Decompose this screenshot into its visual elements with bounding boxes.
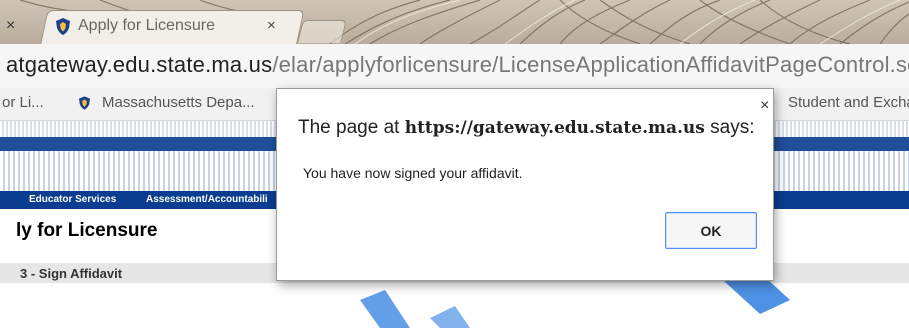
step-label: 3 - Sign Affidavit (20, 266, 123, 281)
tab-apply-for-licensure[interactable]: Apply for Licensure × (46, 16, 296, 40)
dialog-origin: https://gateway.edu.state.ma.us (404, 118, 705, 138)
dialog-heading: The page at https://gateway.edu.state.ma… (298, 117, 754, 139)
url-path: /elar/applyforlicensure/LicenseApplicati… (272, 52, 909, 77)
bookmark-item[interactable]: or Li... (2, 94, 44, 111)
ok-button[interactable]: OK (665, 212, 757, 249)
url-text[interactable]: atgateway.edu.state.ma.us/elar/applyforl… (6, 52, 909, 78)
new-tab-button[interactable] (297, 20, 347, 43)
tab-strip: × Apply for Licensure × (0, 0, 909, 44)
tab-close-icon[interactable]: × (267, 17, 276, 34)
shield-icon (56, 18, 70, 35)
alert-dialog: × The page at https://gateway.edu.state.… (276, 88, 774, 281)
dialog-close-icon[interactable]: × (760, 97, 769, 115)
dialog-message: You have now signed your affidavit. (303, 165, 523, 181)
screenshot-frame: × Apply for Licensure × atgateway.edu.st… (0, 0, 909, 328)
previous-tab-close-icon[interactable]: × (6, 17, 15, 35)
bookmark-massachusetts-dept[interactable]: Massachusetts Depa... (102, 94, 255, 111)
address-bar[interactable]: atgateway.edu.state.ma.us/elar/applyforl… (0, 44, 909, 89)
nav-assessment-accountability[interactable]: Assessment/Accountabili (146, 194, 268, 205)
bookmark-student-exchange[interactable]: Student and Excha (788, 94, 909, 111)
page-title: ly for Licensure (16, 220, 158, 241)
nav-educator-services[interactable]: Educator Services (29, 194, 116, 205)
dialog-heading-prefix: The page at (298, 117, 400, 138)
tab-title: Apply for Licensure (78, 17, 215, 34)
url-host: atgateway.edu.state.ma.us (6, 52, 273, 77)
dialog-heading-suffix: says: (710, 117, 755, 138)
shield-icon (79, 96, 90, 110)
